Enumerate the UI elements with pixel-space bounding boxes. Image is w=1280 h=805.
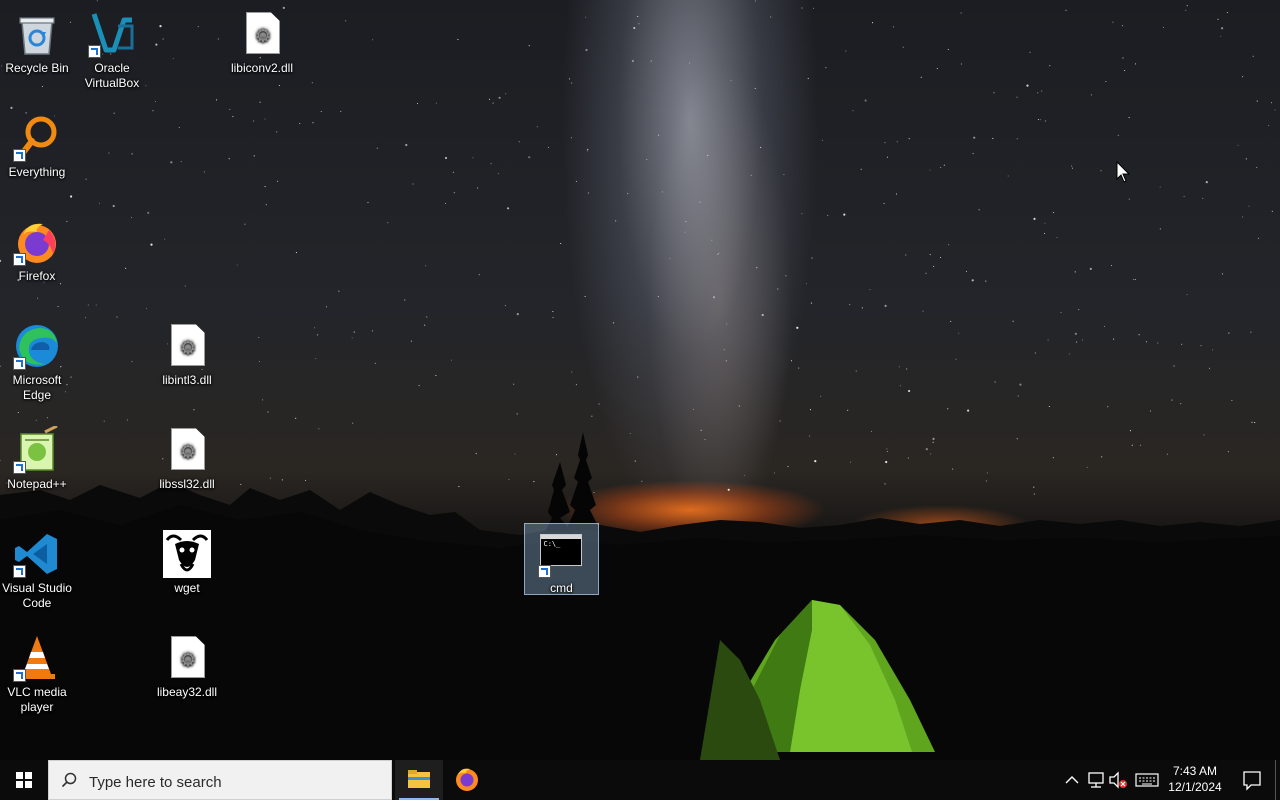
vlc-media-player-label: VLC media player [7,685,67,714]
clock-time: 7:43 AM [1172,764,1218,778]
recycle-bin-icon [13,10,61,58]
gear-icon: ⚙ [179,650,197,671]
virtualbox-icon [88,10,136,58]
shortcut-arrow-icon [13,357,26,370]
search-input[interactable] [87,769,381,795]
firefox-label: Firefox [18,269,56,283]
touch-keyboard-button[interactable] [1134,760,1160,800]
shortcut-arrow-icon [88,45,101,58]
edge-icon [13,322,61,370]
shortcut-arrow-icon [13,149,26,162]
cmd-label: cmd [550,581,573,595]
shortcut-arrow-icon [13,565,26,578]
libintl3-dll-file[interactable]: ⚙ libintl3.dll [150,316,224,388]
taskbar-search-box[interactable] [48,760,392,800]
keyboard-icon [1135,773,1159,787]
system-tray [1060,760,1160,800]
clock-date: 12/1/2024 [1168,780,1222,794]
wget-gnu-icon [163,530,211,578]
libiconv2-dll-label: libiconv2.dll [230,61,294,75]
windows-logo-icon [16,772,32,788]
network-status-button[interactable] [1084,760,1108,800]
oracle-virtualbox-shortcut[interactable]: Oracle VirtualBox [75,4,149,91]
firefox-icon [456,768,478,791]
shortcut-arrow-icon [13,253,26,266]
vscode-icon [13,530,61,578]
oracle-virtualbox-label: Oracle VirtualBox [84,61,140,90]
taskbar-file-explorer[interactable] [395,760,443,800]
vlc-media-player-shortcut[interactable]: VLC media player [0,628,74,715]
start-button[interactable] [0,760,48,800]
gear-icon: ⚙ [179,338,197,359]
cmd-shortcut[interactable]: C:\_ cmd [524,523,599,595]
everything-search-icon [13,114,61,162]
visual-studio-code-label: Visual Studio Code [2,581,72,610]
wget-file[interactable]: wget [150,524,224,596]
volume-button[interactable] [1106,760,1130,800]
firefox-shortcut[interactable]: Firefox [0,212,74,284]
firefox-icon [13,218,61,266]
everything-shortcut[interactable]: Everything [0,108,74,180]
recycle-bin-label: Recycle Bin [5,61,69,75]
libeay32-dll-file[interactable]: ⚙ libeay32.dll [150,628,224,700]
everything-label: Everything [8,165,66,179]
command-prompt-icon: C:\_ [537,530,586,578]
visual-studio-code-shortcut[interactable]: Visual Studio Code [0,524,74,611]
shortcut-arrow-icon [537,565,551,578]
libeay32-dll-label: libeay32.dll [156,685,218,699]
desktop[interactable]: Recycle Bin Oracle VirtualBox ⚙ libiconv… [0,0,1280,760]
gear-icon: ⚙ [179,442,197,463]
search-icon [61,772,77,788]
taskbar: 7:43 AM 12/1/2024 [0,760,1280,800]
dll-file-icon: ⚙ [238,10,286,58]
shortcut-arrow-icon [13,461,26,474]
network-icon [1088,772,1104,788]
volume-muted-icon [1109,771,1127,789]
libssl32-dll-label: libssl32.dll [159,477,215,491]
show-hidden-icons-button[interactable] [1060,760,1084,800]
notepad-plus-plus-icon [13,424,61,474]
notifications-icon [1243,771,1261,791]
vlc-cone-icon [13,634,61,682]
gear-icon: ⚙ [254,26,272,47]
shortcut-arrow-icon [13,669,26,682]
libiconv2-dll-file[interactable]: ⚙ libiconv2.dll [225,4,299,76]
dll-file-icon: ⚙ [163,322,211,370]
microsoft-edge-shortcut[interactable]: Microsoft Edge [0,316,74,403]
taskbar-firefox[interactable] [443,760,491,800]
dll-file-icon: ⚙ [163,634,211,682]
cmd-icon-text: C:\_ [543,540,561,548]
libintl3-dll-label: libintl3.dll [162,373,212,387]
show-desktop-button[interactable] [1275,760,1280,800]
action-center-button[interactable] [1232,760,1272,800]
wget-label: wget [174,581,200,595]
recycle-bin-shortcut[interactable]: Recycle Bin [0,4,74,76]
file-explorer-icon [408,770,430,788]
chevron-up-icon [1065,776,1079,784]
taskbar-clock[interactable]: 7:43 AM 12/1/2024 [1162,763,1228,797]
mouse-pointer-icon [1116,161,1130,183]
notepad-plus-plus-shortcut[interactable]: Notepad++ [0,420,74,492]
microsoft-edge-label: Microsoft Edge [12,373,62,402]
dll-file-icon: ⚙ [163,426,211,474]
libssl32-dll-file[interactable]: ⚙ libssl32.dll [150,420,224,492]
notepad-plus-plus-label: Notepad++ [7,477,67,491]
